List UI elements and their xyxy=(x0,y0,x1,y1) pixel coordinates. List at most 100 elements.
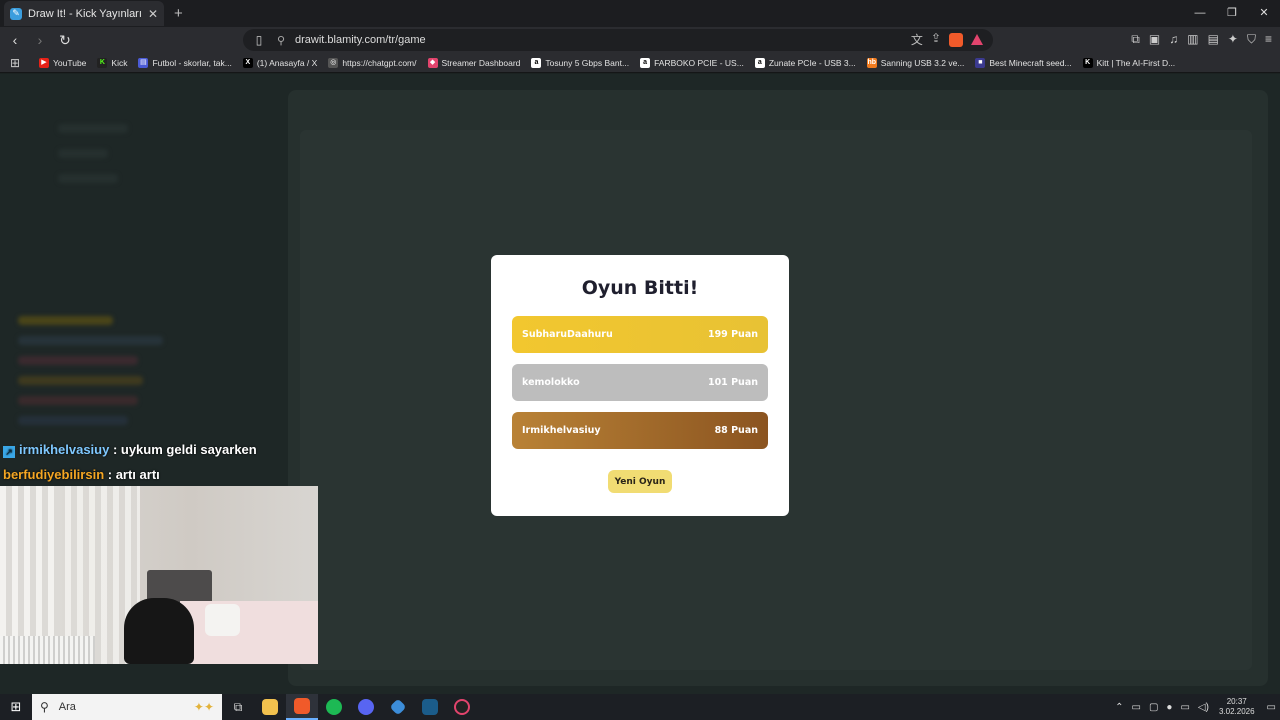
clock-time: 20:37 xyxy=(1226,697,1247,706)
bookmark-label: Kitt | The AI-First D... xyxy=(1096,57,1176,68)
back-button[interactable]: ‹ xyxy=(5,32,25,48)
pillow xyxy=(205,604,240,636)
menu-icon[interactable]: ≡ xyxy=(1265,32,1272,47)
youtube-icon: ▶ xyxy=(39,57,49,68)
bookmark-farboko[interactable]: a FARBOKO PCIE - US... xyxy=(640,57,744,68)
brave-rewards-icon[interactable] xyxy=(971,34,983,45)
clock-date: 3.02.2026 xyxy=(1218,707,1255,716)
reload-button[interactable]: ↻ xyxy=(55,32,75,49)
app-icon[interactable] xyxy=(382,694,414,720)
chat-username: berfudiyebilirsin xyxy=(3,467,105,482)
leaderboard-row-first: SubharuDaahuru 199 Puan xyxy=(512,316,768,353)
bookmark-kitt[interactable]: K Kitt | The AI-First D... xyxy=(1082,57,1176,68)
brave-shields-icon[interactable] xyxy=(949,33,963,47)
search-icon: ⚲ xyxy=(40,700,49,714)
player-score: 199 Puan xyxy=(707,329,758,340)
blurred-chat-line xyxy=(18,416,128,425)
bookmark-icon[interactable]: ▯ xyxy=(249,33,269,47)
battery-icon[interactable]: ▭ xyxy=(1132,702,1141,713)
forward-button[interactable]: › xyxy=(30,32,50,48)
blurred-chat-line xyxy=(18,356,138,365)
bookmark-x[interactable]: X (1) Anasayfa / X xyxy=(242,57,318,68)
task-view-icon[interactable]: ⧉ xyxy=(222,694,254,720)
radiator xyxy=(0,636,95,664)
bookmark-minecraft[interactable]: ■ Best Minecraft seed... xyxy=(975,57,1072,68)
tab-title: Draw It! - Kick Yayınları İçin Çizim xyxy=(28,7,144,20)
bookmark-label: (1) Anasayfa / X xyxy=(256,57,318,68)
bookmark-futbol[interactable]: ▤ Futbol - skorlar, tak... xyxy=(138,57,232,68)
browser-tab[interactable]: ✎ Draw It! - Kick Yayınları İçin Çizim ✕ xyxy=(4,1,164,26)
chat-text: : artı artı xyxy=(104,467,160,482)
new-tab-button[interactable]: + xyxy=(174,5,183,22)
player-score: 101 Puan xyxy=(707,377,758,388)
media-icon[interactable]: ♫ xyxy=(1169,32,1178,47)
modal-title: Oyun Bitti! xyxy=(581,277,699,299)
discord-icon[interactable] xyxy=(350,694,382,720)
gaming-chair xyxy=(124,598,194,664)
translate-icon[interactable]: 文 xyxy=(911,31,923,48)
restore-button[interactable]: ❐ xyxy=(1216,0,1248,27)
bookmark-streamer-dashboard[interactable]: ◆ Streamer Dashboard xyxy=(427,57,520,68)
wallet-icon[interactable]: ▤ xyxy=(1208,32,1219,47)
taskbar: ⊞ ⚲ Ara ✦✦ ⧉ ⌃ ▭ ▢ ● ▭ ◁) 20:37 3.02.202… xyxy=(0,694,1280,720)
sidebar-icon[interactable]: ▥ xyxy=(1187,32,1198,47)
screenshot-icon[interactable]: ▣ xyxy=(1149,32,1160,47)
player-name: SubharuDaahuru xyxy=(522,329,613,340)
bookmark-label: Tosuny 5 Gbps Bant... xyxy=(545,57,630,68)
amazon-icon: a xyxy=(754,57,765,68)
bookmark-label: Zunate PCIe - USB 3... xyxy=(768,57,856,68)
blurred-chat-line xyxy=(18,316,113,325)
webcam-overlay xyxy=(0,486,318,664)
kitt-icon: K xyxy=(1082,57,1093,68)
flashscore-icon: ▤ xyxy=(138,57,149,68)
url-text[interactable]: drawit.blamity.com/tr/game xyxy=(295,34,426,46)
bed xyxy=(180,601,318,664)
clock[interactable]: 20:37 3.02.2026 xyxy=(1219,697,1255,717)
new-game-button[interactable]: Yeni Oyun xyxy=(608,470,672,493)
bookmark-youtube[interactable]: ▶ YouTube xyxy=(39,57,86,68)
leaderboard-row-second: kemolokko 101 Puan xyxy=(512,364,768,401)
chat-text: : uykum geldi sayarken xyxy=(109,442,257,457)
blurred-overlay-line xyxy=(58,174,118,183)
speedtest-icon[interactable] xyxy=(446,694,478,720)
minimize-button[interactable]: — xyxy=(1184,0,1216,27)
vpn-icon[interactable]: ⛉ xyxy=(1247,32,1256,47)
bookmark-label: Futbol - skorlar, tak... xyxy=(152,57,232,68)
file-explorer-icon[interactable] xyxy=(254,694,286,720)
bookmark-label: Sanning USB 3.2 ve... xyxy=(880,57,965,68)
microphone-icon[interactable]: ● xyxy=(1166,702,1172,713)
site-info-icon[interactable]: ⚲ xyxy=(277,34,291,47)
address-bar[interactable]: ▯ ⚲ drawit.blamity.com/tr/game 文 ⇪ xyxy=(243,29,993,51)
bookmark-zunate[interactable]: a Zunate PCIe - USB 3... xyxy=(754,57,856,68)
chat-message: ↗ irmikhelvasiuy : uykum geldi sayarken xyxy=(3,440,303,465)
hb-icon: hb xyxy=(866,57,877,68)
bookmark-label: Best Minecraft seed... xyxy=(989,57,1072,68)
tab-bar: ✎ Draw It! - Kick Yayınları İçin Çizim ✕… xyxy=(0,0,1280,27)
streamer-icon: ◆ xyxy=(427,57,438,68)
bookmark-chatgpt[interactable]: ◎ https://chatgpt.com/ xyxy=(328,57,417,68)
bookmark-label: Kick xyxy=(111,57,128,68)
bookmark-kick[interactable]: K Kick xyxy=(97,57,128,68)
share-icon[interactable]: ⇪ xyxy=(931,31,941,48)
game-over-modal: Oyun Bitti! SubharuDaahuru 199 Puan kemo… xyxy=(491,255,789,516)
spotify-icon[interactable] xyxy=(318,694,350,720)
steam-icon[interactable] xyxy=(414,694,446,720)
chevron-up-icon[interactable]: ⌃ xyxy=(1115,702,1123,713)
volume-icon[interactable]: ◁) xyxy=(1198,702,1209,713)
close-window-button[interactable]: ✕ xyxy=(1248,0,1280,27)
windows-start-icon[interactable]: ⊞ xyxy=(0,699,32,715)
brave-browser-icon[interactable] xyxy=(286,694,318,720)
bookmark-sanning[interactable]: hb Sanning USB 3.2 ve... xyxy=(866,57,965,68)
notification-icon[interactable]: ▭ xyxy=(1267,702,1276,713)
leaderboard-row-third: Irmikhelvasiuy 88 Puan xyxy=(512,412,768,449)
network-icon[interactable]: ▭ xyxy=(1180,702,1189,713)
leo-ai-icon[interactable]: ✦ xyxy=(1228,32,1238,47)
bookmark-tosuny[interactable]: a Tosuny 5 Gbps Bant... xyxy=(531,57,630,68)
close-tab-icon[interactable]: ✕ xyxy=(148,7,158,21)
search-placeholder: Ara xyxy=(58,701,76,713)
extensions-icon[interactable]: ⧉ xyxy=(1131,32,1140,47)
apps-grid-icon[interactable]: ⊞ xyxy=(2,56,28,70)
display-icon[interactable]: ▢ xyxy=(1149,702,1158,713)
taskbar-search[interactable]: ⚲ Ara ✦✦ xyxy=(32,694,222,720)
navigation-bar: ‹ › ↻ ▯ ⚲ drawit.blamity.com/tr/game 文 ⇪… xyxy=(0,27,1280,53)
